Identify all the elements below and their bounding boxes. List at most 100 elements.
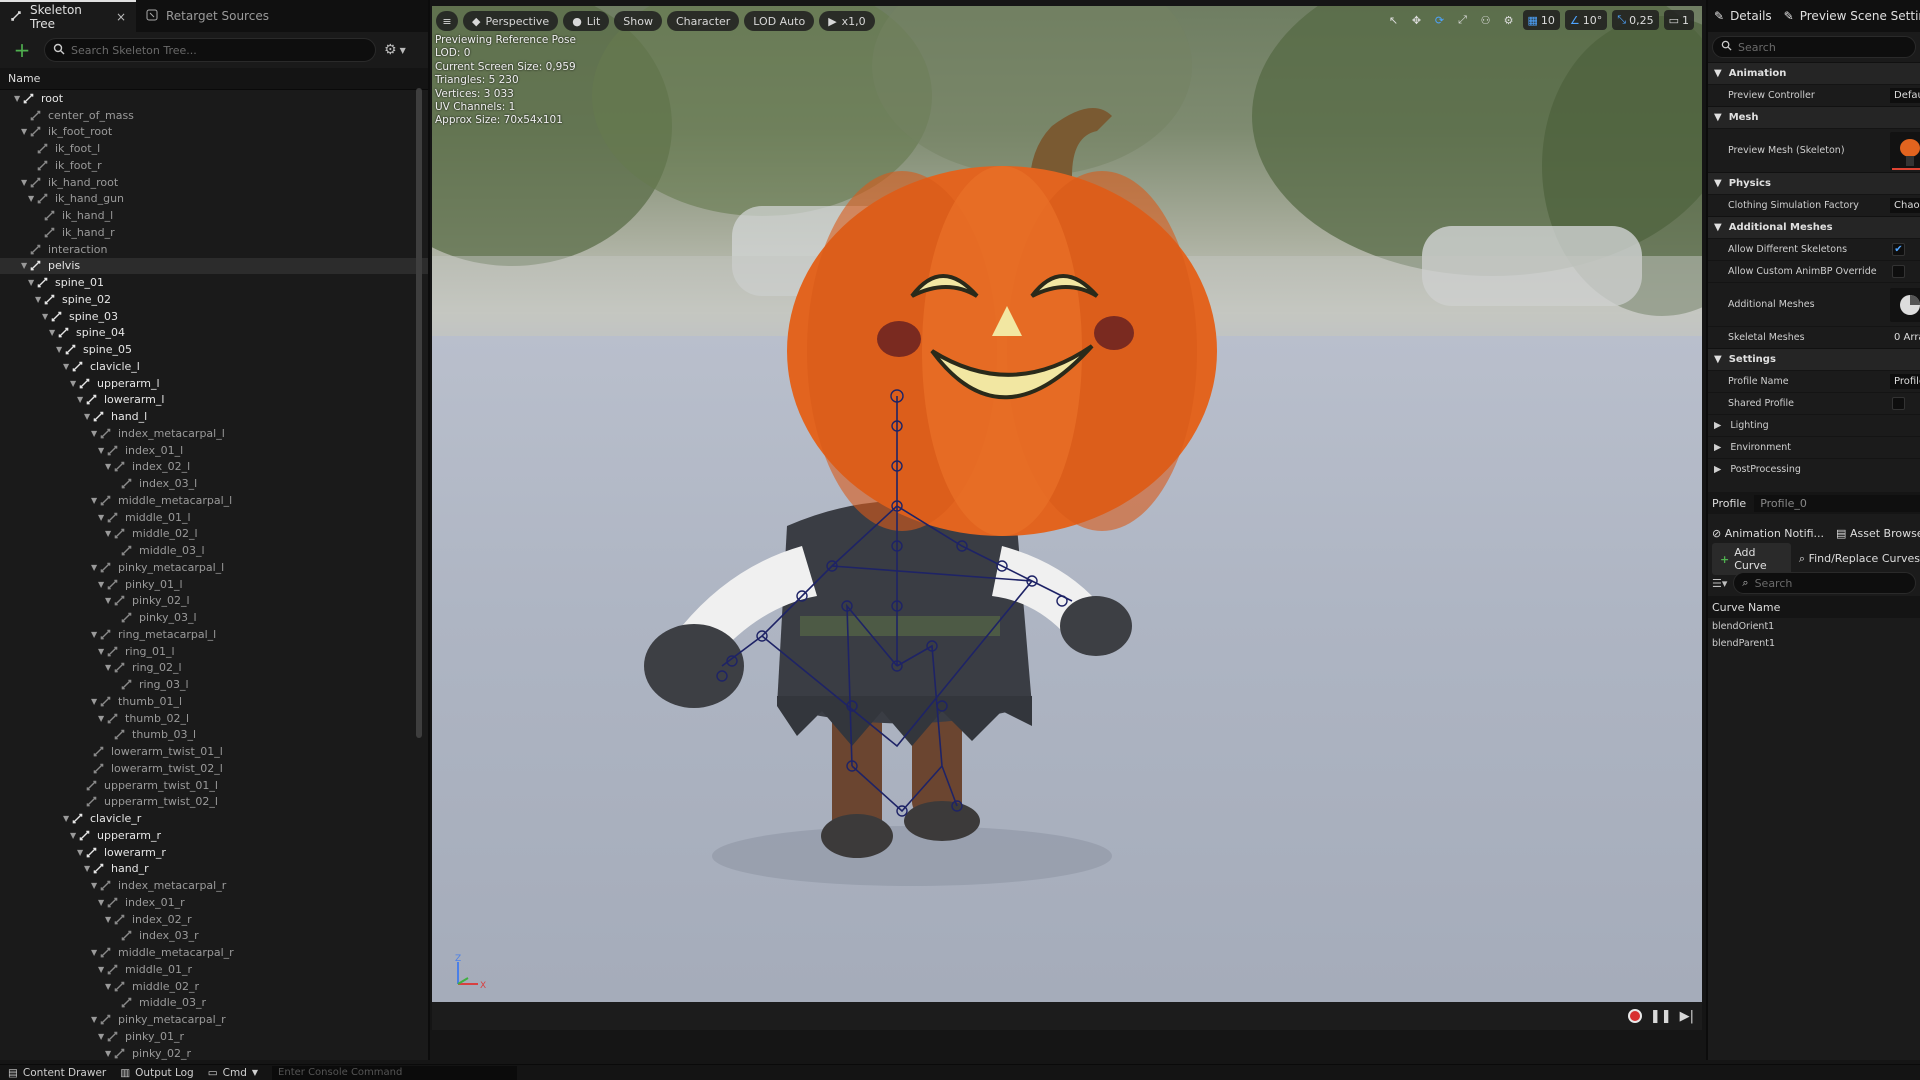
tab-animation-notifies[interactable]: ⊘ Animation Notifi... bbox=[1712, 527, 1824, 540]
section-additional-meshes[interactable]: ▼ Additional Meshes bbox=[1708, 216, 1920, 238]
scale-icon[interactable]: ⤢ bbox=[1454, 10, 1472, 30]
bone-row[interactable]: ▼ pinky_metacarpal_r bbox=[0, 1011, 428, 1028]
section-animation[interactable]: ▼ Animation bbox=[1708, 62, 1920, 84]
bone-row[interactable]: ▼ index_02_r bbox=[0, 911, 428, 928]
bone-row[interactable]: thumb_03_l bbox=[0, 727, 428, 744]
expand-arrow-icon[interactable]: ▼ bbox=[28, 194, 37, 203]
curve-search-input[interactable] bbox=[1754, 576, 1907, 590]
expand-arrow-icon[interactable]: ▼ bbox=[21, 127, 30, 136]
expand-arrow-icon[interactable]: ▼ bbox=[91, 881, 100, 890]
expand-arrow-icon[interactable]: ▼ bbox=[98, 580, 107, 589]
bone-row[interactable]: ▼ clavicle_r bbox=[0, 810, 428, 827]
expand-arrow-icon[interactable]: ▼ bbox=[105, 663, 114, 672]
bone-row[interactable]: ▼ ik_foot_root bbox=[0, 124, 428, 141]
expand-arrow-icon[interactable]: ▼ bbox=[105, 982, 114, 991]
expand-arrow-icon[interactable]: ▼ bbox=[70, 831, 79, 840]
details-search-input[interactable] bbox=[1738, 40, 1907, 54]
output-log-button[interactable]: ▥ Output Log bbox=[120, 1067, 194, 1079]
curve-item[interactable]: blendParent1 bbox=[1708, 635, 1920, 652]
tab-asset-browser[interactable]: ▤ Asset Browser bbox=[1836, 527, 1920, 540]
bone-row[interactable]: ▼ index_metacarpal_r bbox=[0, 877, 428, 894]
bone-row[interactable]: ▼ hand_l bbox=[0, 408, 428, 425]
bone-row[interactable]: ▼ thumb_01_l bbox=[0, 693, 428, 710]
expand-arrow-icon[interactable]: ▼ bbox=[105, 529, 114, 538]
expand-arrow-icon[interactable]: ▼ bbox=[98, 647, 107, 656]
bone-row[interactable]: ▼ pinky_01_l bbox=[0, 576, 428, 593]
playback-speed-button[interactable]: ▶ x1,0 bbox=[819, 11, 875, 31]
add-curve-button[interactable]: + Add Curve bbox=[1712, 543, 1791, 575]
console-input[interactable]: Enter Console Command bbox=[272, 1065, 518, 1080]
bone-row[interactable]: ▼ pinky_01_r bbox=[0, 1028, 428, 1045]
expand-arrow-icon[interactable]: ▼ bbox=[91, 429, 100, 438]
tab-preview-scene-settings[interactable]: ✎ Preview Scene Settings bbox=[1778, 0, 1920, 32]
bone-row[interactable]: ▼ spine_05 bbox=[0, 341, 428, 358]
bone-row[interactable]: index_03_l bbox=[0, 475, 428, 492]
bone-row[interactable]: ▼ upperarm_l bbox=[0, 375, 428, 392]
bone-row[interactable]: index_03_r bbox=[0, 928, 428, 945]
bone-row[interactable]: ▼ pinky_metacarpal_l bbox=[0, 559, 428, 576]
expand-arrow-icon[interactable]: ▼ bbox=[91, 496, 100, 505]
cmd-dropdown[interactable]: ▭ Cmd ▼ bbox=[208, 1067, 258, 1079]
expand-arrow-icon[interactable]: ▼ bbox=[21, 178, 30, 187]
bone-row[interactable]: pinky_03_l bbox=[0, 609, 428, 626]
bone-row[interactable]: lowerarm_twist_01_l bbox=[0, 743, 428, 760]
expand-arrow-icon[interactable]: ▼ bbox=[56, 345, 65, 354]
character-button[interactable]: Character bbox=[666, 11, 740, 31]
allow-custom-animbp-checkbox[interactable] bbox=[1892, 265, 1905, 278]
bone-row[interactable]: ▼ spine_04 bbox=[0, 325, 428, 342]
expand-arrow-icon[interactable]: ▼ bbox=[70, 379, 79, 388]
expand-arrow-icon[interactable]: ▼ bbox=[105, 596, 114, 605]
expand-arrow-icon[interactable]: ▼ bbox=[98, 1032, 107, 1041]
curve-item[interactable]: blendOrient1 bbox=[1708, 618, 1920, 635]
profile-name-field[interactable]: Profile_0 bbox=[1890, 374, 1920, 389]
find-replace-curves-button[interactable]: ⌕ Find/Replace Curves bbox=[1799, 552, 1920, 566]
bone-row[interactable]: ik_foot_l bbox=[0, 140, 428, 157]
bone-row[interactable]: upperarm_twist_02_l bbox=[0, 794, 428, 811]
bone-row[interactable]: ▼ clavicle_l bbox=[0, 358, 428, 375]
bone-row[interactable]: ▼ ik_hand_gun bbox=[0, 191, 428, 208]
clothing-factory-dropdown[interactable]: Chaos bbox=[1890, 198, 1920, 213]
additional-meshes-thumbnail[interactable] bbox=[1890, 287, 1920, 322]
grid-snap-button[interactable]: ▦ 10 bbox=[1522, 10, 1560, 30]
lod-button[interactable]: LOD Auto bbox=[744, 11, 815, 31]
shared-profile-checkbox[interactable] bbox=[1892, 397, 1905, 410]
expand-arrow-icon[interactable]: ▼ bbox=[21, 261, 30, 270]
expand-arrow-icon[interactable]: ▼ bbox=[105, 915, 114, 924]
filter-icon[interactable]: ☰▾ bbox=[1712, 577, 1727, 590]
bone-row[interactable]: ▼ middle_metacarpal_r bbox=[0, 944, 428, 961]
show-button[interactable]: Show bbox=[614, 11, 662, 31]
bone-row[interactable]: ring_03_l bbox=[0, 676, 428, 693]
section-postprocessing[interactable]: ▶ PostProcessing bbox=[1708, 458, 1920, 480]
viewport-menu-button[interactable]: ≡ bbox=[436, 11, 458, 31]
record-button[interactable] bbox=[1627, 1009, 1642, 1023]
viewport[interactable]: ≡ ◆ Perspective ● Lit Show Character LOD… bbox=[432, 6, 1702, 1030]
bone-row[interactable]: ▼ index_02_l bbox=[0, 459, 428, 476]
bone-row[interactable]: ▼ spine_01 bbox=[0, 274, 428, 291]
content-drawer-button[interactable]: ▤ Content Drawer bbox=[8, 1067, 106, 1079]
section-physics[interactable]: ▼ Physics bbox=[1708, 172, 1920, 194]
expand-arrow-icon[interactable]: ▼ bbox=[35, 295, 44, 304]
expand-arrow-icon[interactable]: ▼ bbox=[98, 513, 107, 522]
lit-button[interactable]: ● Lit bbox=[563, 11, 610, 31]
bone-row[interactable]: ▼ ring_02_l bbox=[0, 660, 428, 677]
bone-row[interactable]: ▼ ring_01_l bbox=[0, 643, 428, 660]
bone-row[interactable]: ▼ hand_r bbox=[0, 861, 428, 878]
name-column-header[interactable]: Name bbox=[0, 68, 428, 90]
expand-arrow-icon[interactable]: ▼ bbox=[42, 312, 51, 321]
close-icon[interactable]: × bbox=[116, 10, 126, 24]
translate-icon[interactable]: ✥ bbox=[1408, 10, 1426, 30]
expand-arrow-icon[interactable]: ▼ bbox=[63, 362, 72, 371]
bone-row[interactable]: ▼ thumb_02_l bbox=[0, 710, 428, 727]
bone-row[interactable]: ik_hand_l bbox=[0, 207, 428, 224]
bone-row[interactable]: ▼ index_01_l bbox=[0, 442, 428, 459]
skeletal-meshes-array[interactable]: 0 Array elements bbox=[1890, 330, 1920, 345]
expand-arrow-icon[interactable]: ▼ bbox=[91, 697, 100, 706]
expand-arrow-icon[interactable]: ▼ bbox=[91, 948, 100, 957]
bone-row[interactable]: ▼ middle_02_l bbox=[0, 526, 428, 543]
bone-row[interactable]: ▼ lowerarm_r bbox=[0, 844, 428, 861]
expand-arrow-icon[interactable]: ▼ bbox=[77, 848, 86, 857]
bone-row[interactable]: interaction bbox=[0, 241, 428, 258]
section-lighting[interactable]: ▶ Lighting bbox=[1708, 414, 1920, 436]
expand-arrow-icon[interactable]: ▼ bbox=[14, 94, 23, 103]
add-socket-button[interactable]: + bbox=[8, 38, 36, 62]
